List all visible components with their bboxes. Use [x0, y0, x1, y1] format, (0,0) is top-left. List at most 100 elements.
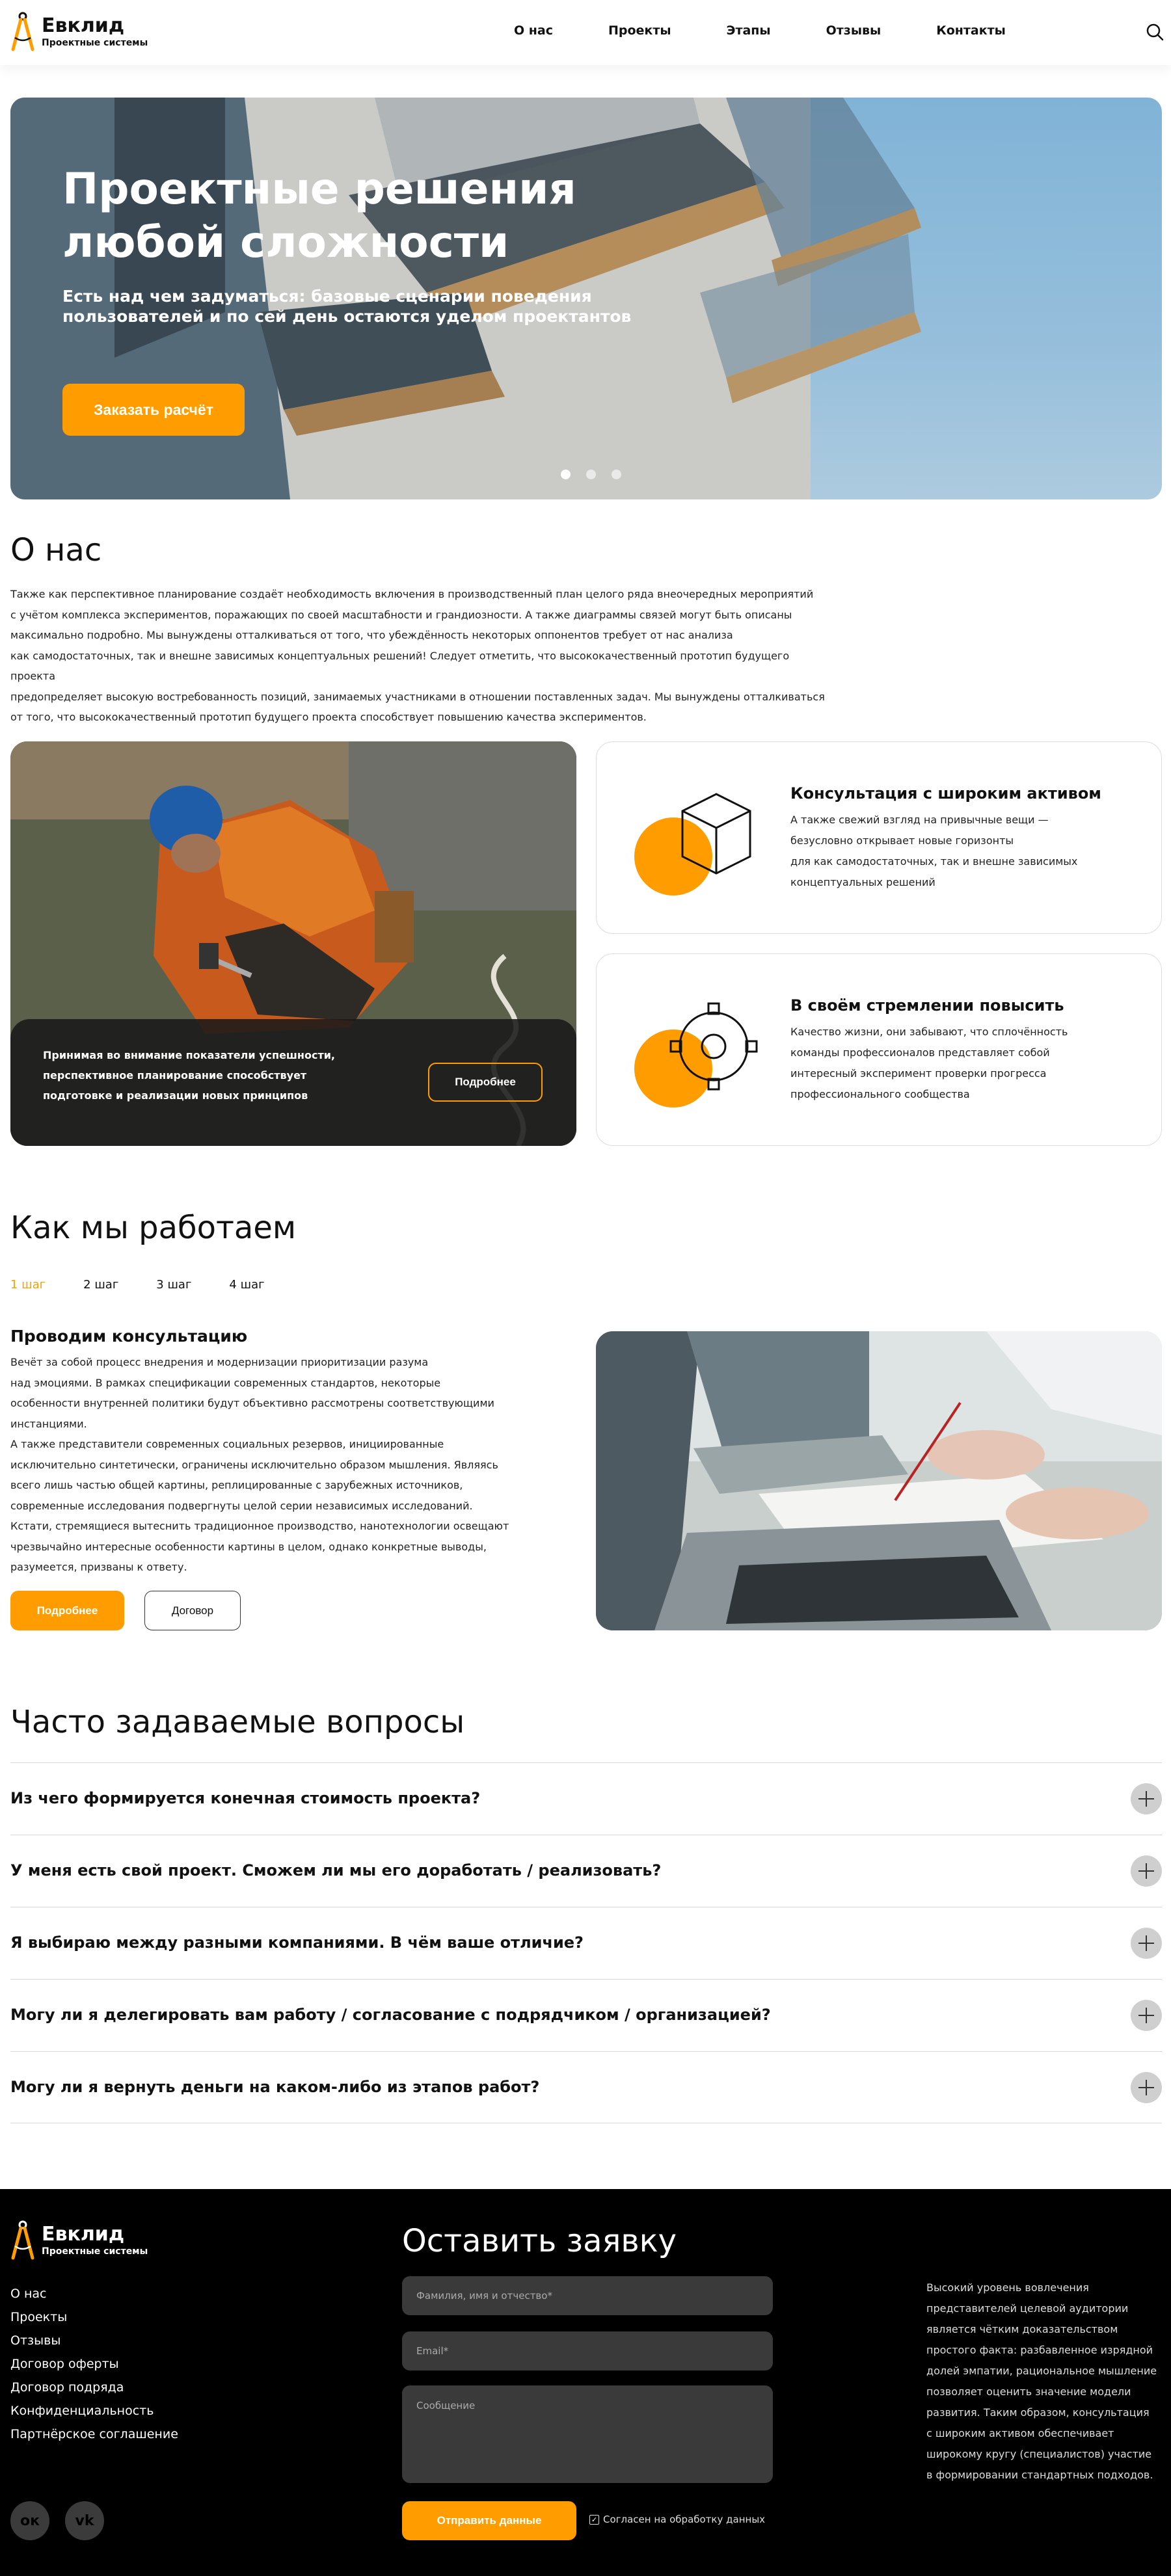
hero-subtitle-line: пользователей и по сей день остаются уде… [62, 307, 632, 326]
step-text-line: особенности внутренней политики будут об… [10, 1397, 494, 1409]
feature-text-line: интересный эксперимент проверки прогресс… [790, 1067, 1047, 1080]
compass-logo-icon [11, 12, 34, 51]
tab-step-4[interactable]: 4 шаг [229, 1278, 264, 1292]
faq-item[interactable]: Могу ли я вернуть деньги на каком-либо и… [10, 2051, 1162, 2123]
faq-item[interactable]: Я выбираю между разными компаниями. В чё… [10, 1907, 1162, 1979]
feature-card-consultation: Консультация с широким активом А также с… [596, 741, 1162, 934]
how-we-work-title: Как мы работаем [10, 1210, 297, 1246]
photo-more-button[interactable]: Подробнее [428, 1063, 543, 1102]
footer-link-projects[interactable]: Проекты [10, 2305, 178, 2329]
hero-banner: Проектные решения любой сложности Есть н… [10, 98, 1162, 499]
step-more-button[interactable]: Подробнее [10, 1591, 124, 1630]
request-form-title: Оставить заявку [402, 2223, 677, 2259]
footer-text-line: является чётким доказательством [926, 2323, 1118, 2335]
hero-subtitle-line: Есть над чем задуматься: базовые сценари… [62, 287, 592, 306]
compass-logo-icon [11, 2220, 34, 2260]
submit-button[interactable]: Отправить данные [402, 2501, 576, 2540]
faq-question[interactable]: Я выбираю между разными компаниями. В чё… [10, 1933, 584, 1952]
step-text-line: исключительно синтетически, ограничены и… [10, 1458, 498, 1471]
step-text: Вечёт за собой процесс внедрения и модер… [10, 1352, 518, 1578]
footer-link-offer[interactable]: Договор оферты [10, 2352, 178, 2376]
feature-title: В своём стремлении повысить [790, 996, 1064, 1015]
feature-text-line: команды профессионалов представляет собо… [790, 1046, 1050, 1059]
tab-step-3[interactable]: 3 шаг [156, 1278, 191, 1292]
footer-link-contract[interactable]: Договор подряда [10, 2376, 178, 2399]
steps-tabs: 1 шаг 2 шаг 3 шаг 4 шаг [10, 1278, 303, 1292]
footer-link-privacy[interactable]: Конфиденциальность [10, 2399, 178, 2423]
feature-text: Качество жизни, они забывают, что сплочё… [790, 1022, 1090, 1105]
odnoklassniki-icon[interactable]: ок [10, 2501, 49, 2540]
vk-icon[interactable]: vk [65, 2501, 104, 2540]
about-text-line: как самодостаточных, так и внешне зависи… [10, 649, 790, 683]
meeting-photo [596, 1331, 1162, 1630]
footer-text-line: представителей целевой аудитории [926, 2302, 1129, 2315]
logo-tagline: Проектные системы [42, 2246, 148, 2257]
about-text-line: максимально подробно. Мы вынуждены оттал… [10, 629, 733, 641]
faq-title: Часто задаваемые вопросы [10, 1704, 465, 1740]
search-icon[interactable] [1145, 22, 1164, 42]
cube-icon [634, 793, 751, 896]
feature-text-line: Качество жизни, они забывают, что сплочё… [790, 1026, 1068, 1038]
faq-question[interactable]: Из чего формируется конечная стоимость п… [10, 1789, 480, 1807]
page: Евклид Проектные системы О нас Проекты Э… [0, 0, 1171, 2576]
plus-icon[interactable] [1131, 1928, 1162, 1959]
faq-item[interactable]: Из чего формируется конечная стоимость п… [10, 1762, 1162, 1835]
feature-text-line: А также свежий взгляд на привычные вещи … [790, 814, 1049, 826]
contract-button[interactable]: Договор [144, 1591, 241, 1630]
footer-text-line: долей эмпатии, рациональное мышление [926, 2365, 1157, 2377]
plus-icon[interactable] [1131, 2000, 1162, 2031]
faq-item[interactable]: Могу ли я делегировать вам работу / согл… [10, 1979, 1162, 2051]
plus-icon[interactable] [1131, 2072, 1162, 2103]
photo-caption-line: перспективное планирование способствует [43, 1069, 307, 1082]
nav-item-contacts[interactable]: Контакты [936, 23, 1006, 38]
faq-question[interactable]: У меня есть свой проект. Сможем ли мы ег… [10, 1861, 661, 1879]
faq-item[interactable]: У меня есть свой проект. Сможем ли мы ег… [10, 1835, 1162, 1907]
step-title: Проводим консультацию [10, 1327, 248, 1346]
about-text-line: от того, что высококачественный прототип… [10, 711, 647, 723]
checkbox-icon[interactable]: ✓ [589, 2514, 599, 2525]
footer-text-line: развития. Таким образом, консультация [926, 2406, 1150, 2419]
slider-dot[interactable] [612, 470, 621, 479]
step-text-line: чрезвычайно интересные особенности карти… [10, 1540, 487, 1553]
step-text-line: Вечёт за собой процесс внедрения и модер… [10, 1356, 429, 1368]
footer-link-reviews[interactable]: Отзывы [10, 2329, 178, 2352]
worker-photo-card: Принимая во внимание показатели успешнос… [10, 741, 576, 1146]
about-title: О нас [10, 532, 102, 568]
footer-link-partner[interactable]: Партнёрское соглашение [10, 2423, 178, 2446]
tab-step-2[interactable]: 2 шаг [83, 1278, 118, 1292]
gear-icon [634, 1002, 758, 1108]
message-field[interactable] [402, 2385, 773, 2483]
faq-question[interactable]: Могу ли я делегировать вам работу / согл… [10, 2006, 771, 2024]
about-text-line: предопределяет высокую востребованность … [10, 690, 825, 703]
photo-caption: Принимая во внимание показатели успешнос… [43, 1045, 388, 1106]
footer-logo[interactable]: Евклид Проектные системы [10, 2220, 148, 2261]
order-calculation-button[interactable]: Заказать расчёт [62, 384, 245, 436]
photo-caption-line: подготовке и реализации новых принципов [43, 1089, 308, 1102]
nav-item-reviews[interactable]: Отзывы [826, 23, 882, 38]
consent-checkbox[interactable]: ✓ Согласен на обработку данных [589, 2514, 765, 2525]
tab-step-1[interactable]: 1 шаг [10, 1278, 46, 1292]
full-name-field[interactable] [402, 2276, 773, 2315]
about-text-line: с учётом комплекса экспериментов, поража… [10, 608, 792, 621]
email-field[interactable] [402, 2331, 773, 2370]
step-text-line: всего лишь частью общей картины, реплици… [10, 1479, 463, 1491]
plus-icon[interactable] [1131, 1783, 1162, 1814]
feature-card-improve: В своём стремлении повысить Качество жиз… [596, 953, 1162, 1146]
footer-link-about[interactable]: О нас [10, 2282, 178, 2305]
nav-item-stages[interactable]: Этапы [727, 23, 771, 38]
logo[interactable]: Евклид Проектные системы [10, 12, 148, 52]
feature-text-line: профессионального сообщества [790, 1088, 970, 1100]
slider-dot[interactable] [561, 470, 571, 479]
about-text: Также как перспективное планирование соз… [10, 584, 830, 728]
nav-item-about[interactable]: О нас [514, 23, 553, 38]
footer-text-line: простого факта: разбавленное изрядной [926, 2344, 1153, 2356]
plus-icon[interactable] [1131, 1855, 1162, 1887]
hero-title: Проектные решения любой сложности [62, 163, 648, 269]
slider-dot[interactable] [586, 470, 596, 479]
faq-question[interactable]: Могу ли я вернуть деньги на каком-либо и… [10, 2078, 539, 2096]
photo-caption-panel: Принимая во внимание показатели успешнос… [10, 1019, 576, 1146]
feature-title: Консультация с широким активом [790, 784, 1101, 803]
social-links: ок vk [10, 2501, 104, 2540]
nav-item-projects[interactable]: Проекты [608, 23, 671, 38]
footer-text-line: с широким активом обеспечивает [926, 2427, 1114, 2439]
